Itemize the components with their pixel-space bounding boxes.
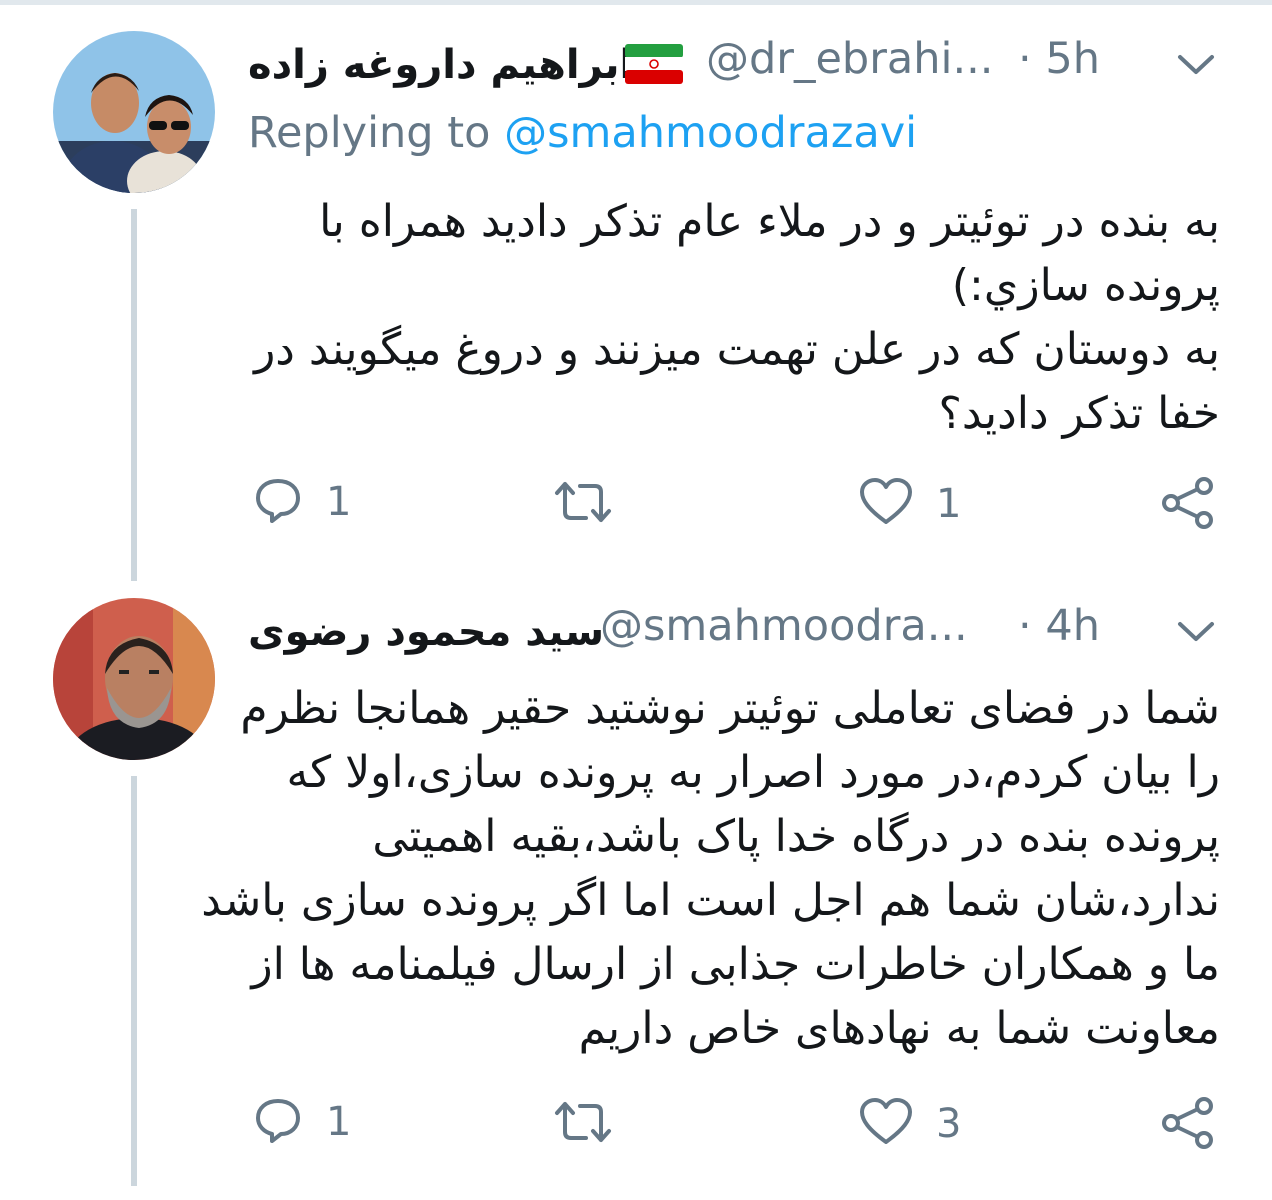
text-line: به دوستان که در علن تهمت میزنند و دروغ م…: [254, 324, 1220, 375]
tweet-header: ابراهیم داروغه زاده @dr_ebrahi... · 5h: [248, 34, 1228, 94]
like-icon: [858, 476, 914, 532]
tweet-text: به بنده در توئیتر و در ملاء عام تذکر داد…: [254, 190, 1220, 446]
iran-flag-icon: [625, 44, 683, 88]
avatar[interactable]: [53, 31, 215, 193]
replying-prefix: Replying to: [248, 108, 491, 158]
share-icon: [1160, 1095, 1216, 1155]
text-line: پرونده بنده در درگاه خدا پاک باشد،بقیه ا…: [372, 811, 1220, 862]
tweet-header: سید محمود رضوی @smahmoodra... · 4h: [248, 601, 1228, 661]
thread-line: [131, 209, 137, 581]
reply-button[interactable]: 1: [252, 474, 351, 530]
reply-count: 1: [326, 1099, 352, 1145]
text-line: خفا تذکر دادید؟: [938, 388, 1220, 439]
display-name[interactable]: ابراهیم داروغه زاده: [248, 42, 633, 88]
text-line: معاونت شما به نهادهای خاص داریم: [578, 1003, 1220, 1054]
display-name[interactable]: سید محمود رضوی: [248, 609, 604, 655]
replying-to: Replying to @smahmoodrazavi: [248, 108, 917, 158]
reply-icon: [252, 1094, 304, 1150]
chevron-down-icon[interactable]: [1176, 52, 1216, 82]
handle[interactable]: @dr_ebrahi...: [706, 34, 993, 84]
timestamp[interactable]: · 4h: [1018, 601, 1100, 651]
handle[interactable]: @smahmoodra...: [600, 601, 968, 651]
share-button[interactable]: [1160, 475, 1216, 535]
retweet-icon: [552, 1098, 614, 1150]
thread-line: [131, 776, 137, 1186]
tweet-text: شما در فضای تعاملی توئیتر نوشتید حقیر هم…: [201, 677, 1220, 1061]
reply-button[interactable]: 1: [252, 1094, 351, 1150]
replying-to-link[interactable]: @smahmoodrazavi: [504, 108, 917, 158]
retweet-button[interactable]: [552, 1098, 614, 1150]
chevron-down-icon[interactable]: [1176, 619, 1216, 649]
avatar[interactable]: [53, 598, 215, 760]
share-button[interactable]: [1160, 1095, 1216, 1155]
retweet-icon: [552, 478, 614, 530]
like-count: 1: [936, 481, 962, 527]
timestamp[interactable]: · 5h: [1018, 34, 1100, 84]
text-line: ما و همکاران خاطرات جذابی از ارسال فیلمن…: [251, 939, 1220, 990]
share-icon: [1160, 475, 1216, 535]
text-line: به بنده در توئیتر و در ملاء عام تذکر داد…: [319, 196, 1220, 247]
like-button[interactable]: 1: [858, 476, 961, 532]
text-line: ندارد،شان شما هم اجل است اما اگر پرونده …: [201, 875, 1220, 926]
text-line: پرونده سازي:): [951, 260, 1220, 311]
top-divider: [0, 0, 1272, 5]
reply-icon: [252, 474, 304, 530]
retweet-button[interactable]: [552, 478, 614, 530]
text-line: را بیان کردم،در مورد اصرار به پرونده ساز…: [286, 747, 1220, 798]
reply-count: 1: [326, 479, 352, 525]
like-count: 3: [936, 1101, 962, 1147]
like-icon: [858, 1096, 914, 1152]
like-button[interactable]: 3: [858, 1096, 961, 1152]
text-line: شما در فضای تعاملی توئیتر نوشتید حقیر هم…: [240, 683, 1220, 734]
